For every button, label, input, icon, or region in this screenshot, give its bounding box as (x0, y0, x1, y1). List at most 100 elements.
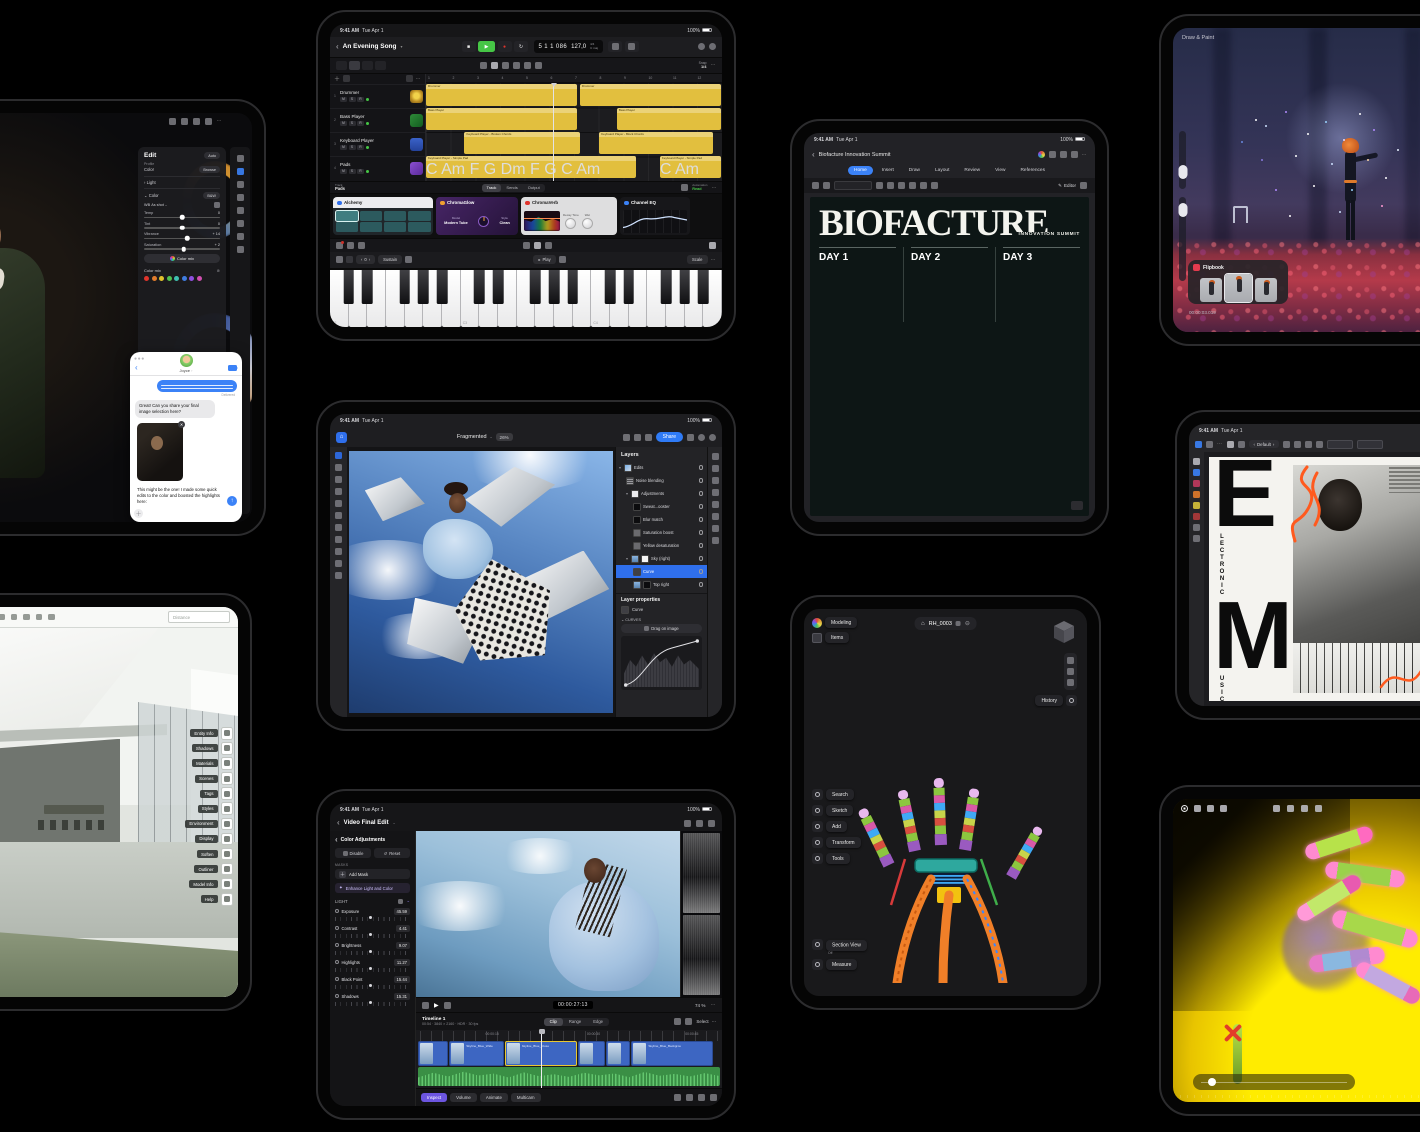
track-row[interactable]: 3 Keyboard Player M S R (330, 132, 425, 156)
slider[interactable]: Tint0 (144, 222, 220, 229)
slider-value[interactable]: 9.07 (396, 942, 410, 949)
info-icon[interactable] (712, 501, 719, 508)
pencil-mode-icon[interactable] (523, 242, 530, 249)
color-dot[interactable] (159, 276, 164, 281)
brush-size-slider[interactable] (1179, 131, 1186, 189)
info-icon[interactable] (181, 118, 188, 125)
layer-row[interactable]: ▾ Adjustments (616, 487, 707, 500)
section-view-row[interactable]: Section ViewOff (812, 933, 867, 955)
presets-icon[interactable] (237, 155, 244, 162)
automation-mode[interactable]: AutomationRead (692, 184, 707, 192)
track-row[interactable]: 1 Drummer M S R (330, 84, 425, 108)
slider-ticks[interactable] (335, 917, 410, 922)
color-dot[interactable] (152, 276, 157, 281)
color-dot[interactable] (189, 276, 194, 281)
plugin-chromaverb[interactable]: ChromaVerb Decay Time Wet (521, 197, 617, 234)
sustain-button[interactable]: Sustain (378, 255, 402, 264)
video-clip[interactable] (578, 1041, 605, 1066)
send-button[interactable]: ↑ (227, 496, 237, 506)
connect-icon[interactable] (674, 1018, 681, 1025)
browse-button[interactable]: Browse (199, 166, 220, 173)
bar-ruler[interactable]: 123456789101112 (426, 74, 722, 83)
eyedropper-icon[interactable] (214, 202, 220, 208)
adjustment-slider[interactable]: Contrast4.41 (335, 925, 410, 939)
distance-field[interactable]: Distance (168, 611, 230, 623)
chevron-down-icon[interactable]: ▾ (400, 44, 402, 49)
timeline-tool-button[interactable]: Volume (450, 1093, 477, 1102)
close-icon[interactable]: ⊗ (217, 268, 220, 273)
record-icon[interactable] (1181, 805, 1188, 812)
snap-setting[interactable]: Snap1/4 (699, 61, 707, 70)
help-icon[interactable] (698, 434, 705, 441)
add-mask-button[interactable]: ＋Add Mask (335, 869, 410, 879)
underline-icon[interactable] (887, 182, 894, 189)
tracks-view-button[interactable] (336, 61, 347, 70)
layer-row[interactable]: Top right (616, 578, 707, 591)
skip-forward-icon[interactable] (444, 1002, 451, 1009)
document-page[interactable]: BIOFACTURE INNOVATION SUMMIT DAY 1 DAY 2 (810, 197, 1089, 516)
slider-value[interactable]: 15.31 (394, 993, 410, 1000)
plugin-channel-eq[interactable]: Channel EQ (620, 197, 690, 234)
back-icon[interactable]: ‹ (335, 836, 338, 844)
input-icon[interactable] (336, 242, 343, 249)
bullets-icon[interactable] (920, 182, 927, 189)
mixer-view-button[interactable] (349, 61, 360, 70)
timeline-tool-button[interactable]: Inspect (421, 1093, 447, 1102)
color-section[interactable]: Color (149, 193, 159, 198)
region[interactable]: Bass Player (617, 108, 721, 130)
plugin-chromaglow[interactable]: ChromaGlow ModelModern Tube StyleClean (436, 197, 518, 234)
color-dot[interactable] (182, 276, 187, 281)
enhance-button[interactable]: ✦ Enhance Light and Color (335, 883, 410, 893)
font-color-icon[interactable] (909, 182, 916, 189)
panel-button-row[interactable]: Materials (185, 757, 233, 770)
export-panel-icon[interactable] (712, 537, 719, 544)
layer-row[interactable]: Noise blending (616, 474, 707, 487)
vector-brush-icon[interactable] (1193, 480, 1200, 487)
font-selector[interactable] (834, 181, 872, 190)
panel-button-row[interactable]: Tags (185, 787, 233, 800)
adjustment-slider[interactable]: Brightness9.07 (335, 942, 410, 956)
color-wheel-icon[interactable] (812, 618, 822, 628)
tool-row[interactable]: Add (812, 821, 861, 832)
solo-button[interactable]: S (349, 97, 356, 103)
ribbon-tab[interactable]: Home (848, 166, 873, 175)
auto-button[interactable]: Auto (204, 152, 220, 159)
playhead[interactable] (541, 1030, 542, 1088)
notify-icon[interactable] (1067, 679, 1074, 686)
slider-knob[interactable] (185, 236, 190, 241)
layers-panel-icon[interactable] (712, 453, 719, 460)
share-icon[interactable] (1071, 151, 1078, 158)
versions-icon[interactable] (237, 246, 244, 253)
split-icon[interactable] (698, 1094, 705, 1101)
slider[interactable]: Temp0 (144, 211, 220, 218)
track-stack-icon[interactable] (343, 75, 350, 82)
editor-button[interactable]: ✎ Editor (1058, 183, 1076, 189)
menu-icon[interactable] (1206, 441, 1213, 448)
slider-knob[interactable] (180, 215, 185, 220)
panel-button-row[interactable]: Scenes (185, 772, 233, 785)
song-title[interactable]: An Evening Song (343, 43, 397, 50)
monitor-icon[interactable] (347, 242, 354, 249)
panel-button-row[interactable]: Help (185, 893, 233, 906)
more-icon[interactable]: ⋯ (1217, 441, 1223, 447)
timeline-scrubber[interactable] (1193, 1074, 1355, 1090)
record-enable-button[interactable]: R (357, 169, 364, 175)
filters-icon[interactable] (712, 477, 719, 484)
bw-button[interactable]: B&W (203, 192, 220, 199)
panel-button[interactable] (221, 848, 234, 861)
select-subject-icon[interactable] (335, 488, 342, 495)
eyedropper-tool-icon[interactable] (335, 572, 342, 579)
trash-icon[interactable] (674, 1094, 681, 1101)
slider-value[interactable]: 4.41 (396, 925, 410, 932)
layer-row[interactable]: Curve (616, 565, 707, 578)
layer-row[interactable]: Blur match (616, 513, 707, 526)
solo-button[interactable]: S (349, 145, 356, 151)
document-name[interactable]: RH_0003 (929, 621, 952, 627)
crop-tool-icon[interactable] (335, 548, 342, 555)
crop-icon[interactable] (237, 181, 244, 188)
lock-icon[interactable] (1194, 805, 1201, 812)
eye-icon[interactable] (712, 525, 719, 532)
drive-knob[interactable] (478, 216, 489, 227)
panel-button[interactable] (221, 757, 234, 770)
mute-button[interactable]: M (340, 145, 347, 151)
